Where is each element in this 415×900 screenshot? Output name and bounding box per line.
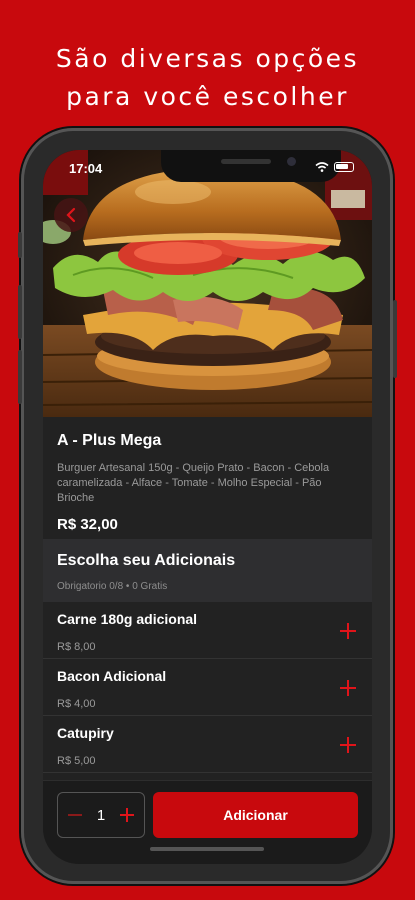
addon-price: R$ 8,00 [57, 641, 96, 653]
wifi-icon [315, 162, 329, 172]
product-price: R$ 32,00 [57, 516, 118, 533]
battery-icon [334, 162, 354, 172]
front-camera [287, 157, 296, 166]
status-time: 17:04 [69, 161, 103, 176]
addons-subtitle: Obrigatorio 0/8 • 0 Gratis [57, 581, 168, 592]
addon-item[interactable]: Catupiry R$ 5,00 [43, 716, 372, 773]
addon-price: R$ 5,00 [57, 755, 96, 767]
chevron-left-icon [66, 207, 76, 223]
plus-icon[interactable] [338, 678, 358, 698]
quantity-stepper: 1 [57, 792, 145, 838]
phone-power-button [393, 300, 397, 378]
promo-headline: São diversas opções para você escolher [0, 40, 415, 116]
addon-item[interactable]: Carne 180g adicional R$ 8,00 [43, 602, 372, 659]
app-screen: 17:04 A - Plus Mega Burguer Artesanal 15… [43, 150, 372, 864]
addon-item[interactable]: Bacon Adicional R$ 4,00 [43, 659, 372, 716]
plus-icon[interactable] [338, 621, 358, 641]
product-name: A - Plus Mega [57, 432, 162, 449]
plus-icon[interactable] [338, 735, 358, 755]
back-button[interactable] [54, 198, 88, 232]
product-image [43, 150, 372, 417]
status-icons [315, 162, 354, 172]
quantity-value: 1 [96, 806, 106, 824]
product-description: Burguer Artesanal 150g - Queijo Prato - … [57, 462, 330, 504]
addon-name: Catupiry [57, 725, 114, 741]
headline-line-1: São diversas opções [55, 44, 360, 73]
phone-volume-down [18, 350, 22, 404]
addon-name: Bacon Adicional [57, 668, 167, 684]
bottom-action-bar: 1 Adicionar [43, 780, 372, 864]
speaker-grille [221, 159, 271, 164]
headline-line-2: para você escolher [66, 82, 349, 111]
home-indicator [150, 847, 264, 851]
add-to-cart-button[interactable]: Adicionar [153, 792, 358, 838]
product-info: A - Plus Mega Burguer Artesanal 150g - Q… [43, 417, 372, 533]
plus-icon[interactable] [119, 807, 135, 823]
phone-volume-up [18, 285, 22, 339]
phone-mute-switch [18, 232, 22, 258]
phone-notch [161, 150, 341, 182]
minus-icon[interactable] [67, 807, 83, 823]
addon-name: Carne 180g adicional [57, 611, 198, 627]
addon-price: R$ 4,00 [57, 698, 96, 710]
addons-title: Escolha seu Adicionais [57, 552, 236, 569]
addons-header: Escolha seu Adicionais Obrigatorio 0/8 •… [43, 539, 372, 602]
